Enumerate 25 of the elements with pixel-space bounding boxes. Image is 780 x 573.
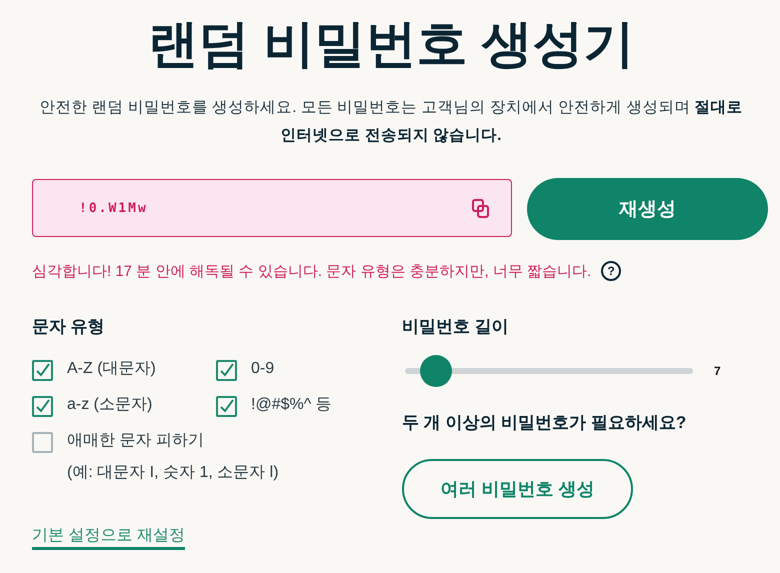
checkbox-label: a-z (소문자) (67, 395, 152, 415)
checkbox[interactable] (216, 360, 237, 381)
checkbox-label: 애매한 문자 피하기 (67, 431, 205, 451)
help-icon[interactable]: ? (601, 261, 622, 281)
section-heading: 비밀번호 길이 (402, 316, 510, 338)
copy-icon[interactable] (472, 198, 489, 218)
reset-link[interactable]: 기본 설정으로 재설정 (32, 525, 185, 550)
checkbox[interactable] (32, 396, 53, 417)
description-text: 안전한 랜덤 비밀번호를 생성하세요. 모든 비밀번호는 고객님의 장치에서 안전하게 생성되며 절대로 인터넷으로 전송되지 않습니다. (38, 98, 744, 146)
hint-text: (예: 대문자 I, 숫자 1, 소문자 l) (67, 463, 279, 483)
length-value: 7 (714, 364, 721, 378)
section-heading: 문자 유형 (32, 316, 106, 338)
checkbox[interactable] (32, 360, 53, 381)
page-title: 랜덤 비밀번호 생성기 (146, 14, 636, 74)
regenerate-button[interactable]: 재생성 (527, 178, 768, 240)
checkbox-label: 0-9 (251, 359, 274, 379)
checkbox-label: A-Z (대문자) (67, 359, 156, 379)
strength-message: 심각합니다! 17 분 안에 해독될 수 있습니다. 문자 유형은 충분하지만, 너무 짧습니다. (32, 262, 592, 280)
section-heading: 두 개 이상의 비밀번호가 필요하세요? (402, 412, 688, 434)
password-field[interactable]: !0.W1Mw (32, 179, 512, 237)
checkbox[interactable] (32, 432, 53, 453)
slider-thumb[interactable] (420, 355, 452, 387)
multiple-passwords-button[interactable]: 여러 비밀번호 생성 (402, 459, 633, 519)
checkbox[interactable] (216, 396, 237, 417)
checkbox-label: !@#$%^ 등 (251, 395, 332, 415)
